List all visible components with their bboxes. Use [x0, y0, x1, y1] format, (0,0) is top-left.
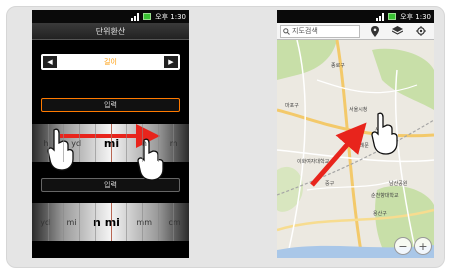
map-label[interactable]: 종로구 [331, 62, 345, 69]
map-label[interactable]: 마포구 [285, 102, 299, 109]
ruler-unit-label[interactable]: mm [136, 218, 152, 227]
map-label[interactable]: 순천향대학교 [371, 192, 399, 199]
ruler-unit-label[interactable]: mi [67, 218, 77, 227]
locate-icon[interactable] [412, 24, 429, 38]
signal-icon [376, 12, 385, 21]
search-icon [283, 27, 290, 35]
map-screen: 오후 1:30 지도검색 서울역 이화여자대학교 서울시청 숭례문 남산공원 용… [277, 10, 434, 258]
status-bar: 오후 1:30 [277, 10, 434, 23]
battery-icon [143, 13, 152, 20]
map-label[interactable]: 서울시청 [349, 106, 367, 113]
pin-icon[interactable] [366, 24, 383, 38]
input-field-bottom[interactable]: 입력 [41, 178, 180, 192]
map-label[interactable]: 이화여자대학교 [297, 158, 329, 165]
status-time: 오후 1:30 [400, 12, 431, 21]
ruler-tick [126, 124, 128, 162]
ruler-tick [94, 203, 96, 241]
zoom-out-button[interactable]: − [394, 237, 412, 255]
map-label[interactable]: 서울역 [375, 126, 389, 133]
map-label[interactable]: 남산공원 [389, 180, 407, 187]
ruler-tick [63, 203, 65, 241]
app-title: 단위환산 [32, 23, 189, 40]
ruler-unit-label[interactable]: cm [169, 218, 181, 227]
ruler-tick [47, 124, 49, 162]
unit-ruler-top[interactable]: hydminm [32, 124, 189, 162]
map-view[interactable]: 서울역 이화여자대학교 서울시청 숭례문 남산공원 용산구 마포구 종로구 중구… [277, 39, 434, 258]
layers-icon[interactable] [389, 24, 406, 38]
status-bar: 오후 1:30 [32, 10, 189, 23]
unit-converter-screen: 오후 1:30 단위환산 ◀ 길이 ▶ 입력 hydminm 입력 ydmin … [32, 10, 189, 258]
ruler-tick [141, 203, 143, 241]
map-label[interactable]: 용산구 [373, 210, 387, 217]
signal-icon [131, 12, 140, 21]
ruler-tick [173, 203, 175, 241]
map-toolbar: 지도검색 [277, 23, 434, 40]
zoom-in-button[interactable]: + [414, 237, 432, 255]
map-label[interactable]: 숭례문 [355, 142, 369, 149]
ruler-tick [173, 124, 175, 162]
ruler-tick [94, 124, 96, 162]
map-background [277, 39, 434, 258]
next-unit-button[interactable]: ▶ [164, 56, 178, 68]
ruler-unit-label[interactable]: n mi [93, 216, 120, 229]
ruler-tick [141, 124, 143, 162]
search-placeholder: 지도검색 [292, 27, 318, 35]
unit-category-label: 길이 [104, 58, 117, 66]
previous-unit-button[interactable]: ◀ [43, 56, 57, 68]
ruler-tick [157, 203, 159, 241]
ruler-tick [79, 124, 81, 162]
ruler-tick [157, 124, 159, 162]
input-field-top[interactable]: 입력 [41, 98, 180, 112]
battery-icon [388, 13, 397, 20]
ruler-tick [110, 203, 112, 241]
ruler-tick [126, 203, 128, 241]
map-label[interactable]: 중구 [325, 180, 334, 187]
map-search-input[interactable]: 지도검색 [280, 24, 360, 38]
ruler-tick [79, 203, 81, 241]
status-time: 오후 1:30 [155, 12, 186, 21]
ruler-tick [110, 124, 112, 162]
unit-ruler-bottom[interactable]: yd mi n mi mm cm [32, 203, 189, 241]
unit-category-selector[interactable]: ◀ 길이 ▶ [41, 54, 180, 70]
ruler-tick [63, 124, 65, 162]
ruler-tick [47, 203, 49, 241]
